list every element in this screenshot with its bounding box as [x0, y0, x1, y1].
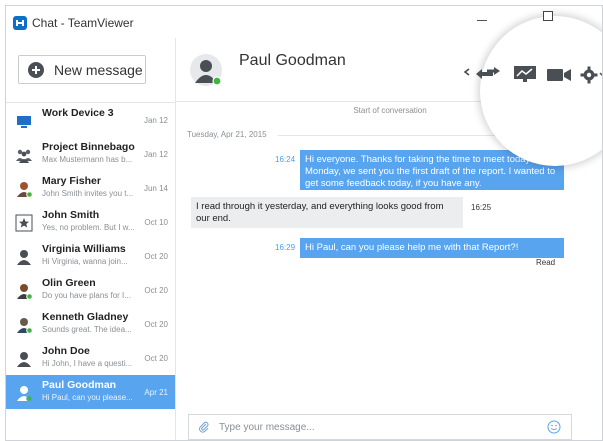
teamviewer-logo-icon [13, 16, 27, 30]
contact-preview: Hi John, I have a questi... [42, 359, 133, 368]
contact-date: Oct 10 [144, 218, 168, 227]
contact-item[interactable]: Mary Fisher John Smith invites you t... … [6, 171, 175, 205]
contact-date: Apr 21 [144, 388, 168, 397]
message-composer [188, 414, 572, 440]
attachment-icon[interactable] [198, 421, 210, 433]
conversation-title: Paul Goodman [239, 52, 346, 69]
message-bubble-outgoing: Hi Paul, can you please help me with tha… [300, 238, 564, 258]
contact-preview: Do you have plans for I... [42, 291, 131, 300]
contact-item[interactable]: Kenneth Gladney Sounds great. The idea..… [6, 307, 175, 341]
contact-date: Jan 12 [143, 116, 168, 125]
message-time: 16:24 [275, 155, 296, 164]
contact-item[interactable]: Olin Green Do you have plans for I... Oc… [6, 273, 175, 307]
contact-item-selected[interactable]: Paul Goodman Hi Paul, can you please... … [6, 375, 175, 409]
video-call-icon[interactable] [546, 68, 572, 82]
user-avatar-icon [17, 318, 33, 334]
minimize-button[interactable] [477, 20, 487, 21]
user-avatar-icon [17, 250, 31, 265]
contact-item[interactable]: John Doe Hi John, I have a questi... Oct… [6, 341, 175, 375]
date-separator: Tuesday, Apr 21, 2015 [187, 130, 267, 139]
contact-date: Oct 20 [144, 320, 168, 329]
message-time: 16:29 [275, 243, 296, 252]
settings-icon[interactable] [580, 66, 603, 84]
contact-name: Olin Green [42, 277, 96, 289]
contact-preview: Hi Paul, can you please... [42, 393, 133, 402]
contact-name: Mary Fisher [42, 175, 101, 187]
group-icon [16, 149, 32, 163]
user-avatar-icon [17, 284, 33, 300]
contact-preview: John Smith invites you t... [42, 189, 134, 198]
contact-date: Oct 20 [144, 354, 168, 363]
user-avatar-icon [17, 386, 33, 402]
contact-name: John Doe [42, 345, 90, 357]
star-icon [15, 214, 33, 232]
contact-date: Jan 12 [143, 150, 168, 159]
computer-icon [17, 116, 31, 128]
remote-control-icon[interactable] [475, 66, 501, 82]
message-time: 16:25 [471, 203, 492, 212]
contact-preview: Max Mustermann has b... [42, 155, 133, 164]
chat-window: Chat - TeamViewer New message Work Devic… [5, 5, 603, 441]
new-message-label: New message [54, 62, 143, 78]
contact-name: Work Device 3 [42, 107, 114, 119]
contact-list: Work Device 3 Jan 12 Project Binnebago M… [6, 102, 175, 409]
contact-preview: Hi Virginia, wanna join... [42, 257, 128, 266]
contact-name: Virginia Williams [42, 243, 126, 255]
contact-date: Oct 20 [144, 252, 168, 261]
contact-preview: Yes, no problem. But I w... [42, 223, 135, 232]
contact-avatar-icon [190, 54, 222, 86]
read-receipt: Read [536, 258, 556, 267]
presentation-icon[interactable] [512, 65, 538, 83]
window-title: Chat - TeamViewer [32, 16, 134, 30]
contact-name: Project Binnebago [42, 141, 135, 153]
contact-name: Paul Goodman [42, 379, 117, 391]
user-avatar-icon [17, 352, 31, 367]
chevron-left-icon [463, 68, 470, 76]
emoji-icon[interactable] [547, 420, 561, 434]
plus-icon [28, 62, 44, 78]
contact-date: Jun 14 [143, 184, 168, 193]
conversation-list-pane: New message Work Device 3 Jan 12 Project… [6, 38, 176, 440]
contact-item[interactable]: Work Device 3 Jan 12 [6, 103, 175, 137]
message-bubble-incoming: I read through it yesterday, and everyth… [191, 197, 463, 228]
new-message-button[interactable]: New message [18, 55, 146, 84]
user-avatar-icon [17, 182, 33, 198]
maximize-button[interactable] [543, 11, 553, 21]
contact-name: John Smith [42, 209, 100, 221]
contact-item[interactable]: John Smith Yes, no problem. But I w... O… [6, 205, 175, 239]
message-input[interactable] [219, 418, 539, 436]
contact-item[interactable]: Virginia Williams Hi Virginia, wanna joi… [6, 239, 175, 273]
contact-item[interactable]: Project Binnebago Max Mustermann has b..… [6, 137, 175, 171]
contact-date: Oct 20 [144, 286, 168, 295]
contact-preview: Sounds great. The idea... [42, 325, 132, 334]
contact-name: Kenneth Gladney [42, 311, 129, 323]
